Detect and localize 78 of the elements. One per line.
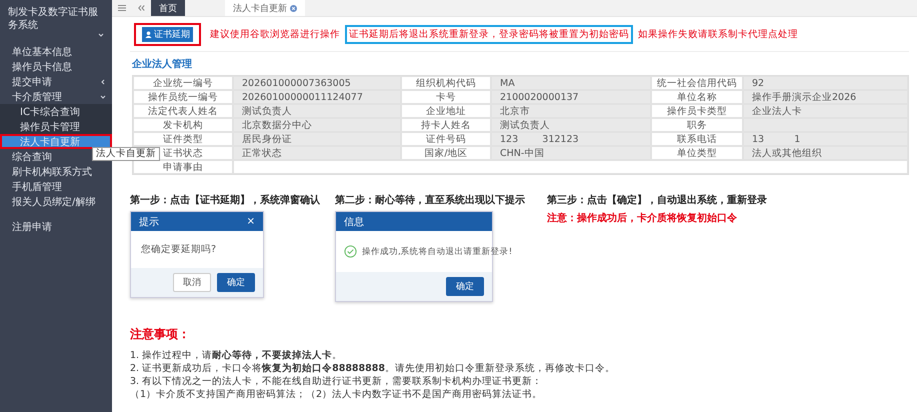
note-text: （1）卡介质不支持国产商用密码算法；（2）法人卡内数字证书不是国产商用密码算法证书。 <box>130 388 544 401</box>
table-cell: 202601000007363005 <box>233 76 401 90</box>
note-text: 3. 有以下情况之一的法人卡，不能在线自助进行证书更新，需要联系制卡机构办理证书更新： <box>130 375 544 388</box>
table-cell: 居民身份证 <box>233 132 401 146</box>
table-label: 证件类型 <box>133 132 233 146</box>
table-label: 证件号码 <box>401 132 491 146</box>
table-cell: MA <box>491 76 651 90</box>
check-circle-icon <box>344 245 357 258</box>
table-cell: 20260100000011124077 <box>233 90 401 104</box>
chevron-left-icon <box>100 78 106 84</box>
menu-icon[interactable] <box>118 5 126 11</box>
table-cell: 测试负责人 <box>491 118 651 132</box>
cancel-button[interactable]: 取消 <box>173 273 211 292</box>
chevron-down-icon <box>100 94 106 100</box>
warning-text: 如果操作失败请联系制卡代理点处理 <box>638 28 798 41</box>
sidebar-subitem[interactable]: 操作员卡管理 <box>0 119 112 134</box>
table-cell: 123 312123 <box>491 132 651 146</box>
step-title: 第一步：点击【证书延期】，系统弹窗确认 <box>130 194 321 207</box>
table-cell: 92 <box>743 76 908 90</box>
sidebar-item[interactable]: 操作员卡信息 <box>0 59 112 74</box>
dialog-title: 信息 <box>344 216 364 228</box>
close-icon[interactable] <box>290 4 297 12</box>
tab[interactable]: 法人卡自更新 <box>225 0 305 16</box>
close-icon[interactable]: × <box>246 216 255 227</box>
sidebar-item[interactable]: 注册申请 <box>0 219 112 234</box>
tooltip: 法人卡自更新 <box>92 147 160 161</box>
table-cell: 2100020000137 <box>491 90 651 104</box>
sidebar-item[interactable]: 刷卡机构联系方式 <box>0 164 112 179</box>
table-cell: 北京市 <box>491 104 651 118</box>
dialog-title: 提示 <box>139 216 159 228</box>
step-note: 注意：操作成功后，卡介质将恢复初始口令 <box>547 211 738 225</box>
table-cell: 北京数据分中心 <box>233 118 401 132</box>
table-cell: 操作手册演示企业2026 <box>743 90 908 104</box>
table-label: 发卡机构 <box>133 118 233 132</box>
confirm-button[interactable]: 确定 <box>217 273 255 292</box>
step-title: 第三步：点击【确定】，自动退出系统，重新登录 <box>547 193 768 207</box>
table-label: 操作员统一编号 <box>133 90 233 104</box>
table-label: 单位类型 <box>651 146 743 160</box>
app-title: 制发卡及数字证书服务系统 <box>7 6 99 32</box>
note-text: 1. 操作过程中，请耐心等待，不要拔掉法人卡。 <box>130 349 344 362</box>
dialog-message: 您确定要延期吗? <box>141 243 216 256</box>
table-cell: 法人或其他组织 <box>743 146 908 160</box>
step-title: 第二步：耐心等待，直至系统出现以下提示 <box>335 193 526 207</box>
table-label: 职务 <box>651 118 743 132</box>
table-cell: 测试负责人 <box>233 104 401 118</box>
sidebar-subitem[interactable]: IC卡综合查询 <box>0 104 112 119</box>
sidebar-item[interactable]: 卡介质管理 <box>0 89 112 104</box>
notes-title: 注意事项： <box>130 326 191 343</box>
table-cell: 企业法人卡 <box>743 104 908 118</box>
sidebar-item[interactable]: 单位基本信息 <box>0 44 112 59</box>
section-title: 企业法人管理 <box>132 58 193 71</box>
table-cell: 13 1 <box>743 132 908 146</box>
table-cell: CHN-中国 <box>491 146 651 160</box>
table-label: 联系电话 <box>651 132 743 146</box>
warning-text: 证书延期后将退出系统重新登录，登录密码将被重置为初始密码 <box>345 25 633 44</box>
note-text: 2. 证书更新成功后，卡口令将恢复为初始口令88888888。请先使用初始口令重新登录系统，再修改卡口令。 <box>130 362 616 375</box>
dialog-message: 操作成功,系统将自动退出请重新登录! <box>362 246 512 258</box>
user-icon <box>145 31 152 38</box>
table-label: 卡号 <box>401 90 491 104</box>
table-label: 国家/地区 <box>401 146 491 160</box>
table-label: 企业地址 <box>401 104 491 118</box>
sidebar-item[interactable]: 手机盾管理 <box>0 179 112 194</box>
sidebar-item[interactable]: 提交申请 <box>0 74 112 89</box>
table-label: 法定代表人姓名 <box>133 104 233 118</box>
sidebar-item[interactable]: 报关人员绑定/解绑 <box>0 194 112 209</box>
warning-text: 建议使用谷歌浏览器进行操作 <box>210 28 340 41</box>
table-cell: 正常状态 <box>233 146 401 160</box>
table-label: 持卡人姓名 <box>401 118 491 132</box>
table-label: 申请事由 <box>133 160 233 174</box>
table-label: 单位名称 <box>651 90 743 104</box>
table-label: 组织机构代码 <box>401 76 491 90</box>
tab[interactable]: 首页 <box>151 0 185 16</box>
confirm-button[interactable]: 确定 <box>446 277 484 296</box>
table-label: 操作员卡类型 <box>651 104 743 118</box>
table-label: 企业统一编号 <box>133 76 233 90</box>
table-label: 统一社会信用代码 <box>651 76 743 90</box>
double-left-icon[interactable] <box>138 5 145 11</box>
extend-certificate-button[interactable]: 证书延期 <box>142 27 193 42</box>
